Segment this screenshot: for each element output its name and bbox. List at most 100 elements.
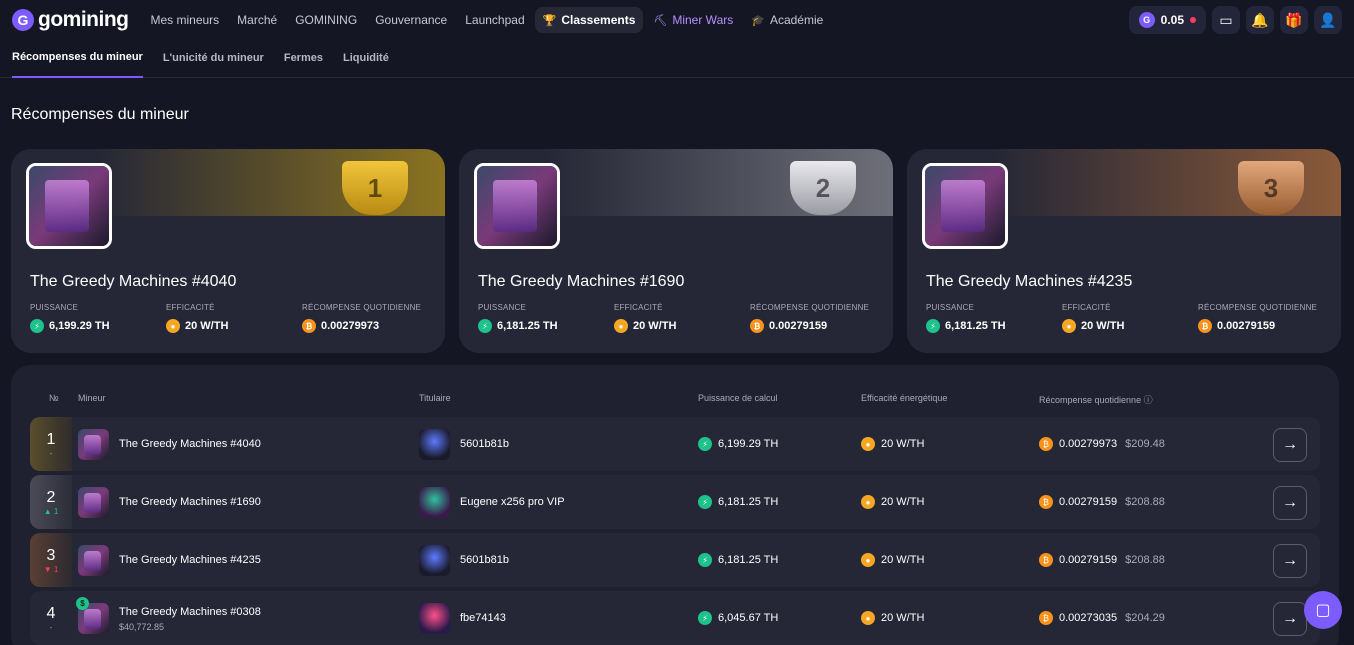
nav-market[interactable]: Marché: [229, 7, 285, 33]
miner-name: The Greedy Machines #0308: [119, 606, 261, 618]
gold-trophy-icon: 1: [325, 161, 425, 217]
nav-gomining[interactable]: GOMINING: [287, 7, 365, 33]
miner-thumbnail: [922, 163, 1008, 249]
bulb-icon: ●: [166, 319, 180, 333]
reward-label: RÉCOMPENSE QUOTIDIENNE: [750, 303, 870, 312]
power-value: 6,199.29 TH: [718, 438, 779, 450]
open-miner-button[interactable]: →: [1273, 486, 1307, 520]
tab-farms[interactable]: Fermes: [284, 40, 323, 77]
rank-cell: 4 -: [30, 591, 72, 645]
bulb-icon: ●: [1062, 319, 1076, 333]
bitcoin-icon: ₿: [1198, 319, 1212, 333]
profile-button[interactable]: 👤: [1314, 6, 1342, 34]
nav-label: Mes mineurs: [150, 13, 220, 27]
notification-dot: [1190, 17, 1196, 23]
top-navigation: G gomining Mes mineurs Marché GOMINING G…: [0, 0, 1354, 40]
podium-card-1[interactable]: 1 The Greedy Machines #4040 PUISSANCE ⚡ 6,…: [11, 149, 445, 353]
arrow-right-icon: →: [1282, 494, 1298, 511]
header-miner: Mineur: [78, 393, 106, 403]
nav-leaderboards[interactable]: 🏆 Classements: [534, 7, 644, 33]
reward-usd: $208.88: [1125, 554, 1165, 566]
miner-thumbnail: [26, 163, 112, 249]
header-rank: №: [49, 393, 59, 403]
owner-avatar: [419, 487, 450, 518]
rank-delta: -: [49, 622, 53, 632]
nav-launchpad[interactable]: Launchpad: [457, 7, 532, 33]
graduation-cap-icon: 🎓: [751, 14, 765, 27]
power-label: PUISSANCE: [30, 303, 79, 312]
nav-my-miners[interactable]: Mes mineurs: [142, 7, 227, 33]
reward-value: 0.00279973: [321, 320, 380, 332]
reward-value: 0.00279159: [1059, 554, 1118, 566]
table-row[interactable]: 3 ▼ 1 The Greedy Machines #4235 5601b81b…: [30, 533, 1320, 587]
arrow-right-icon: →: [1282, 436, 1298, 453]
bitcoin-icon: ₿: [1039, 611, 1053, 625]
podium-card-2[interactable]: 2 The Greedy Machines #1690 PUISSANCE ⚡ 6,…: [459, 149, 893, 353]
pickaxe-icon: ⛏: [653, 14, 668, 27]
bulb-icon: ●: [861, 611, 875, 625]
podium: 1 The Greedy Machines #4040 PUISSANCE ⚡ 6,…: [11, 149, 1341, 353]
notifications-button[interactable]: 🔔: [1246, 6, 1274, 34]
power-cell: ⚡ 6,199.29 TH: [698, 437, 778, 451]
bolt-icon: ⚡: [478, 319, 492, 333]
efficiency-value: 20 W/TH: [1081, 320, 1125, 332]
leaderboard-table: № Mineur Titulaire Puissance de calcul E…: [11, 365, 1339, 645]
wallet-button[interactable]: ▭: [1212, 6, 1240, 34]
bronze-trophy-icon: 3: [1221, 161, 1321, 217]
efficiency-cell: ● 20 W/TH: [861, 553, 924, 567]
rank-delta: ▲ 1: [43, 506, 59, 516]
reward-label: RÉCOMPENSE QUOTIDIENNE: [302, 303, 422, 312]
miner-stats: PUISSANCE ⚡ 6,181.25 TH EFFICACITÉ ● 20 W/TH…: [478, 303, 869, 333]
bitcoin-icon: ₿: [750, 319, 764, 333]
power-value: 6,181.25 TH: [945, 320, 1006, 332]
miner-name: The Greedy Machines #4040: [30, 273, 237, 290]
open-miner-button[interactable]: →: [1273, 428, 1307, 462]
open-miner-button[interactable]: →: [1273, 602, 1307, 636]
reward-cell: ₿ 0.00279973 $209.48: [1039, 437, 1165, 451]
support-chat-button[interactable]: ▢: [1304, 591, 1342, 629]
reward-usd: $204.29: [1125, 612, 1165, 624]
reward-cell: ₿ 0.00279159 $208.88: [1039, 553, 1165, 567]
efficiency-label: EFFICACITÉ: [614, 303, 663, 312]
table-row[interactable]: 4 - $ The Greedy Machines #0308 $40,772.…: [30, 591, 1320, 645]
bitcoin-icon: ₿: [1039, 553, 1053, 567]
efficiency-cell: ● 20 W/TH: [861, 611, 924, 625]
miner-thumbnail: [78, 545, 109, 576]
tab-liquidity[interactable]: Liquidité: [343, 40, 389, 77]
efficiency-value: 20 W/TH: [881, 612, 925, 624]
table-row[interactable]: 2 ▲ 1 The Greedy Machines #1690 Eugene x…: [30, 475, 1320, 529]
tab-miner-uniqueness[interactable]: L'unicité du mineur: [163, 40, 264, 77]
reward-usd: $209.48: [1125, 438, 1165, 450]
nav-miner-wars[interactable]: ⛏ Miner Wars: [645, 7, 741, 33]
silver-trophy-icon: 2: [773, 161, 873, 217]
nav-governance[interactable]: Gouvernance: [367, 7, 455, 33]
open-miner-button[interactable]: →: [1273, 544, 1307, 578]
power-value: 6,181.25 TH: [718, 554, 779, 566]
miner-stats: PUISSANCE ⚡ 6,199.29 TH EFFICACITÉ ● 20 W/TH…: [30, 303, 421, 333]
podium-card-3[interactable]: 3 The Greedy Machines #4235 PUISSANCE ⚡ 6,…: [907, 149, 1341, 353]
bulb-icon: ●: [614, 319, 628, 333]
miner-name: The Greedy Machines #4235: [119, 554, 261, 566]
rank-delta: -: [49, 448, 53, 458]
bulb-icon: ●: [861, 495, 875, 509]
efficiency-value: 20 W/TH: [881, 496, 925, 508]
power-cell: ⚡ 6,181.25 TH: [698, 495, 778, 509]
gift-button[interactable]: 🎁: [1280, 6, 1308, 34]
balance-button[interactable]: G 0.05: [1128, 6, 1206, 34]
table-row[interactable]: 1 - The Greedy Machines #4040 5601b81b ⚡…: [30, 417, 1320, 471]
bolt-icon: ⚡: [698, 437, 712, 451]
tab-miner-rewards[interactable]: Récompenses du mineur: [12, 39, 143, 78]
owner-name: Eugene x256 pro VIP: [460, 496, 565, 508]
bulb-icon: ●: [861, 437, 875, 451]
owner-name: 5601b81b: [460, 438, 509, 450]
bolt-icon: ⚡: [698, 495, 712, 509]
gomining-logo[interactable]: G gomining: [12, 8, 129, 32]
nav-label: Launchpad: [465, 13, 525, 27]
logo-text: gomining: [38, 8, 129, 31]
rank-number: 4: [46, 604, 56, 622]
arrow-right-icon: →: [1282, 610, 1298, 627]
trophy-rank: 1: [342, 161, 408, 215]
nav-label: Miner Wars: [672, 13, 734, 27]
efficiency-label: EFFICACITÉ: [166, 303, 215, 312]
nav-academy[interactable]: 🎓 Académie: [743, 7, 831, 33]
